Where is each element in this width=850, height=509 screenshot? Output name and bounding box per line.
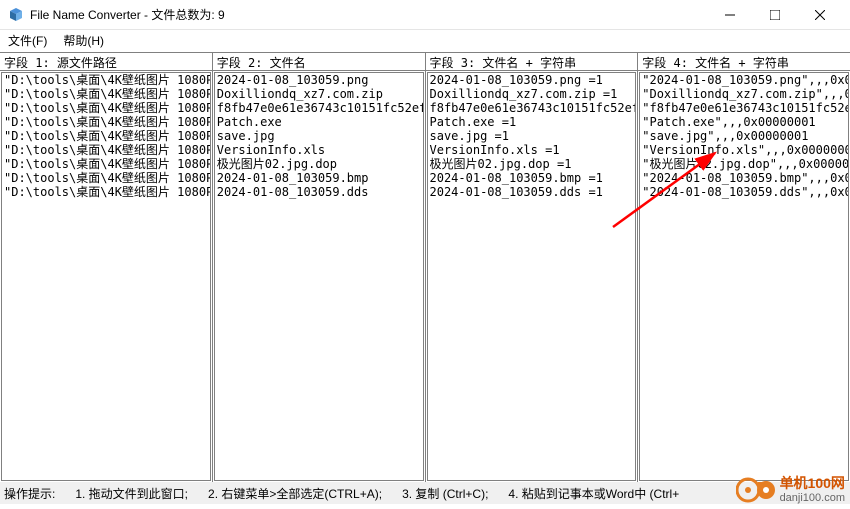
pane-1-body[interactable]: "D:\tools\桌面\4K壁纸图片 1080P "D:\tools\桌面\4… [1,72,211,481]
watermark-text-zh: 单机100网 [780,476,845,491]
menu-help[interactable]: 帮助(H) [59,32,108,50]
status-bar: 操作提示: 1. 拖动文件到此窗口; 2. 右键菜单>全部选定(CTRL+A);… [0,482,850,504]
list-item[interactable]: Patch.exe =1 [430,115,634,129]
list-item[interactable]: Doxilliondq_xz7.com.zip [217,87,421,101]
status-label: 操作提示: [4,485,55,502]
list-item[interactable]: "极光图片02.jpg.dop",,,0x000000 [642,157,846,171]
list-item[interactable]: save.jpg [217,129,421,143]
list-item[interactable]: "D:\tools\桌面\4K壁纸图片 1080P [4,129,208,143]
list-item[interactable]: "D:\tools\桌面\4K壁纸图片 1080P [4,73,208,87]
pane-1-header: 字段 1: 源文件路径 [0,53,212,71]
list-item[interactable]: "f8fb47e0e61e36743c10151fc52efa [642,101,846,115]
list-item[interactable]: f8fb47e0e61e36743c10151fc52efaf [217,101,421,115]
list-item[interactable]: "2024-01-08_103059.dds",,,0x000 [642,185,846,199]
pane-4: 字段 4: 文件名 + 字符串 "2024-01-08_103059.png",… [638,53,850,482]
list-item[interactable]: VersionInfo.xls =1 [430,143,634,157]
pane-4-content: "2024-01-08_103059.png",,,0x000 "Doxilli… [640,73,848,199]
list-item[interactable]: "D:\tools\桌面\4K壁纸图片 1080P [4,143,208,157]
pane-3: 字段 3: 文件名 + 字符串 2024-01-08_103059.png =1… [426,53,639,482]
list-item[interactable]: "D:\tools\桌面\4K壁纸图片 1080P [4,115,208,129]
list-item[interactable]: f8fb47e0e61e36743c10151fc52efaf [430,101,634,115]
list-item[interactable]: "D:\tools\桌面\4K壁纸图片 1080P [4,171,208,185]
app-icon [8,7,24,23]
list-item[interactable]: save.jpg =1 [430,129,634,143]
list-item[interactable]: "Doxilliondq_xz7.com.zip",,,0x0 [642,87,846,101]
list-item[interactable]: "save.jpg",,,0x00000001 [642,129,846,143]
menu-bar: 文件(F) 帮助(H) [0,30,850,52]
close-button[interactable] [797,0,842,30]
status-hint-2: 2. 右键菜单>全部选定(CTRL+A); [208,485,382,502]
list-item[interactable]: 2024-01-08_103059.dds [217,185,421,199]
list-item[interactable]: 2024-01-08_103059.dds =1 [430,185,634,199]
watermark: 单机100网 danji100.com [736,476,845,504]
watermark-text-url: danji100.com [780,492,845,504]
list-item[interactable]: "D:\tools\桌面\4K壁纸图片 1080P [4,101,208,115]
list-item[interactable]: Patch.exe [217,115,421,129]
pane-4-header: 字段 4: 文件名 + 字符串 [638,53,850,71]
list-item[interactable]: "2024-01-08_103059.png",,,0x000 [642,73,846,87]
list-item[interactable]: Doxilliondq_xz7.com.zip =1 [430,87,634,101]
pane-2-header: 字段 2: 文件名 [213,53,425,71]
list-item[interactable]: "Patch.exe",,,0x00000001 [642,115,846,129]
status-hint-3: 3. 复制 (Ctrl+C); [402,485,488,502]
window-controls [707,0,842,30]
panes-container: 字段 1: 源文件路径 "D:\tools\桌面\4K壁纸图片 1080P "D… [0,52,850,482]
list-item[interactable]: "D:\tools\桌面\4K壁纸图片 1080P [4,87,208,101]
list-item[interactable]: "D:\tools\桌面\4K壁纸图片 1080P [4,185,208,199]
window-title: File Name Converter - 文件总数为: 9 [30,6,707,23]
list-item[interactable]: "VersionInfo.xls",,,0x00000001 [642,143,846,157]
list-item[interactable]: "2024-01-08_103059.bmp",,,0x000 [642,171,846,185]
list-item[interactable]: VersionInfo.xls [217,143,421,157]
list-item[interactable]: 2024-01-08_103059.bmp [217,171,421,185]
status-hint-1: 1. 拖动文件到此窗口; [75,485,188,502]
pane-1: 字段 1: 源文件路径 "D:\tools\桌面\4K壁纸图片 1080P "D… [0,53,213,482]
pane-2-content: 2024-01-08_103059.png Doxilliondq_xz7.co… [215,73,423,199]
pane-2-body[interactable]: 2024-01-08_103059.png Doxilliondq_xz7.co… [214,72,424,481]
menu-file[interactable]: 文件(F) [4,32,51,50]
pane-3-content: 2024-01-08_103059.png =1 Doxilliondq_xz7… [428,73,636,199]
list-item[interactable]: "D:\tools\桌面\4K壁纸图片 1080P [4,157,208,171]
pane-3-body[interactable]: 2024-01-08_103059.png =1 Doxilliondq_xz7… [427,72,637,481]
maximize-button[interactable] [752,0,797,30]
title-bar: File Name Converter - 文件总数为: 9 [0,0,850,30]
pane-1-content: "D:\tools\桌面\4K壁纸图片 1080P "D:\tools\桌面\4… [2,73,210,199]
watermark-icon [736,476,776,504]
list-item[interactable]: 2024-01-08_103059.png =1 [430,73,634,87]
list-item[interactable]: 极光图片02.jpg.dop [217,157,421,171]
list-item[interactable]: 极光图片02.jpg.dop =1 [430,157,634,171]
list-item[interactable]: 2024-01-08_103059.png [217,73,421,87]
pane-2: 字段 2: 文件名 2024-01-08_103059.png Doxillio… [213,53,426,482]
pane-3-header: 字段 3: 文件名 + 字符串 [426,53,638,71]
pane-4-body[interactable]: "2024-01-08_103059.png",,,0x000 "Doxilli… [639,72,849,481]
status-hint-4: 4. 粘贴到记事本或Word中 (Ctrl+ [508,485,679,502]
list-item[interactable]: 2024-01-08_103059.bmp =1 [430,171,634,185]
minimize-button[interactable] [707,0,752,30]
